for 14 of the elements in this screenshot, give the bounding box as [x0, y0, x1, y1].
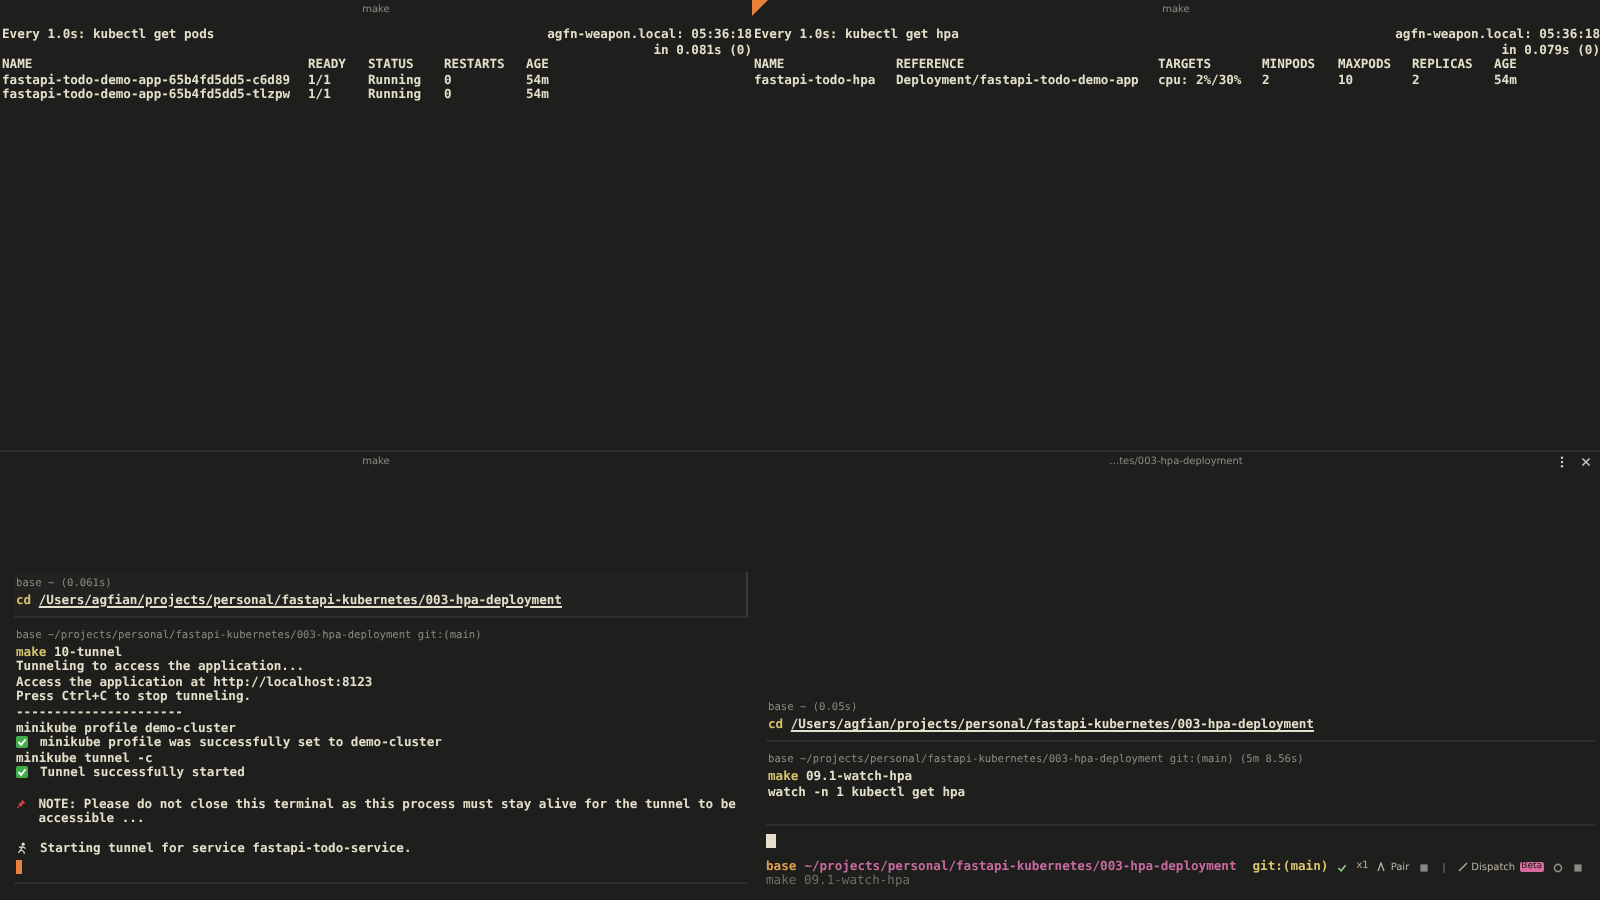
slash-icon	[1457, 862, 1468, 873]
runner-icon	[16, 842, 28, 855]
close-icon[interactable]	[1580, 456, 1592, 468]
more-icon[interactable]	[1556, 456, 1568, 468]
check-icon	[16, 736, 28, 749]
text-cursor	[766, 833, 776, 848]
text-cursor	[16, 860, 22, 874]
check-mark-icon	[1336, 861, 1349, 874]
pin-icon	[16, 797, 27, 810]
square-icon[interactable]	[1417, 861, 1430, 874]
check-icon	[16, 766, 28, 779]
square-icon[interactable]	[1572, 861, 1584, 874]
command-block[interactable]	[14, 624, 748, 884]
caret-icon	[1376, 862, 1387, 873]
